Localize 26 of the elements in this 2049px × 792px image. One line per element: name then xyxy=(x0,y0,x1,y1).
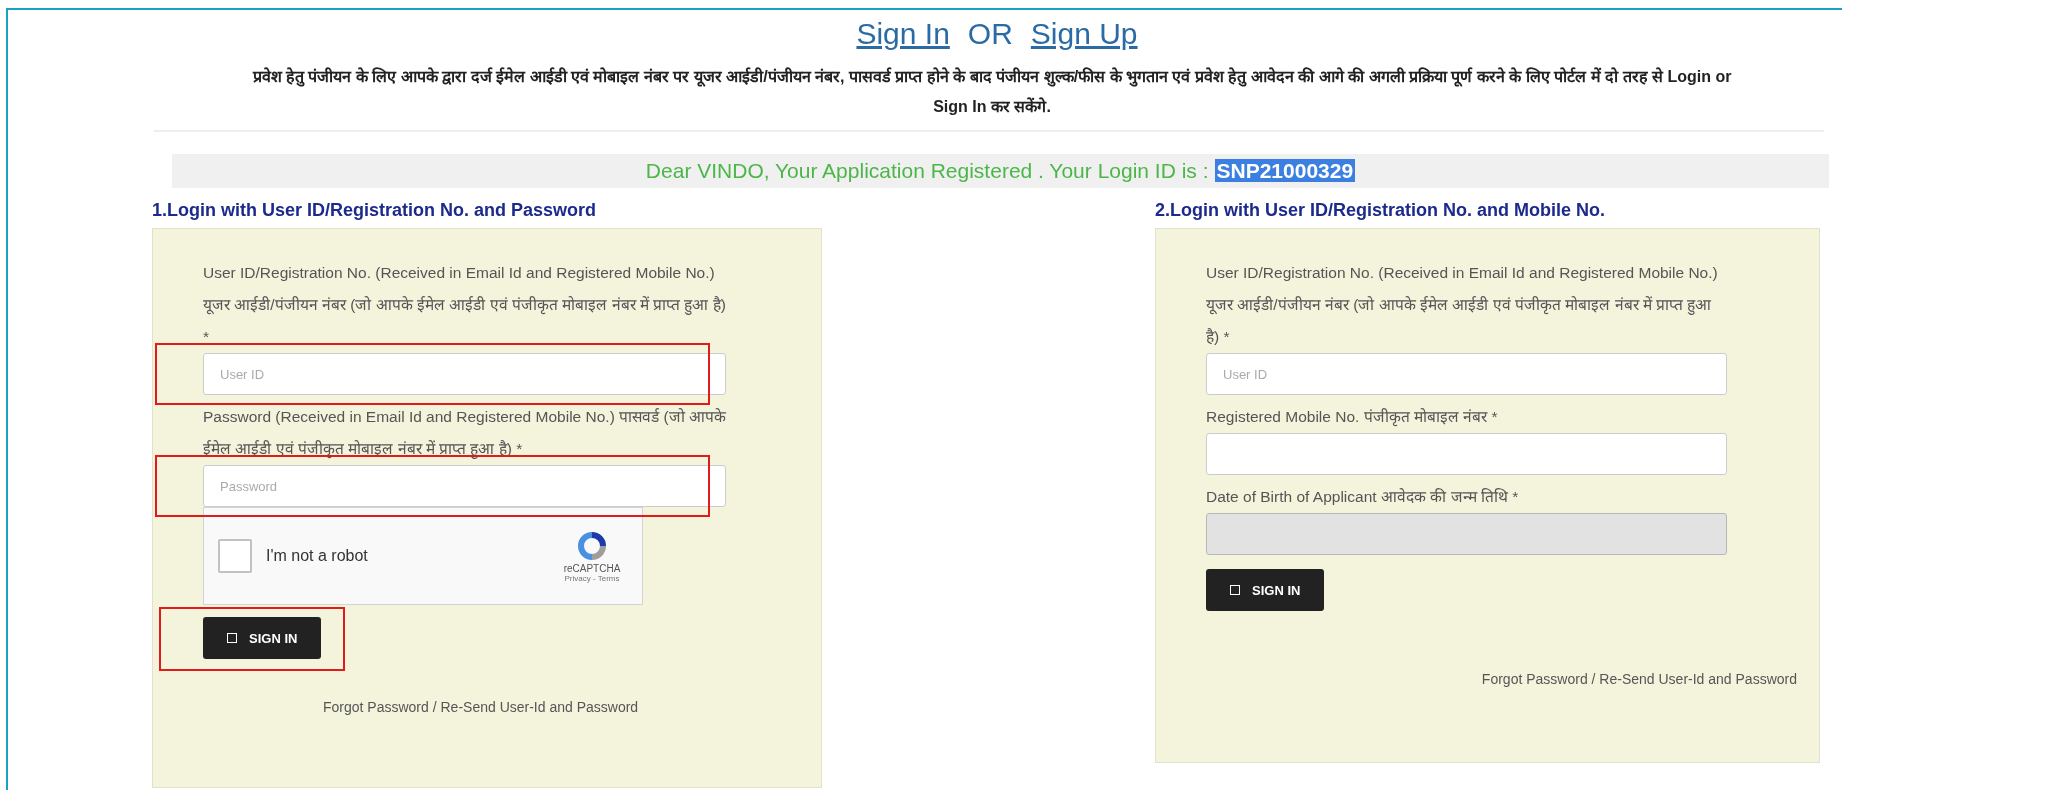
captcha-checkbox[interactable] xyxy=(218,539,252,573)
sign-in-button[interactable]: SIGN IN xyxy=(1206,569,1325,611)
forgot-password-link[interactable]: Forgot Password / Re-Send User-Id and Password xyxy=(323,699,639,715)
input-field[interactable]: User ID xyxy=(203,353,726,395)
login-id: SNP21000329 xyxy=(1214,159,1356,182)
success-message: Dear VINDO, Your Application Registered . Your Login ID is : xyxy=(645,159,1209,182)
or-label: OR xyxy=(967,17,1013,50)
privacy-terms-text: Privacy - Terms xyxy=(564,574,620,583)
sign-up-link[interactable]: Sign Up xyxy=(1030,17,1138,50)
input-field[interactable]: Password xyxy=(203,465,726,507)
section-heading: 2.Login with User ID/Registration No. and Mobile No. xyxy=(1155,199,1607,222)
field-label: User ID/Registration No. (Received in Email Id and Registered Mobile No.) यूजर आईडी/पंजीयन नंबर (जो आपके ईमेल आईडी एवं पंजीकृत मोबाइल नंबर में प्राप्त हुआ है) * xyxy=(1206,263,1719,347)
field-label: User ID/Registration No. (Received in Email Id and Registered Mobile No.) यूजर आईडी/पंजीयन नंबर (जो आपके ईमेल आईडी एवं पंजीकृत मोबाइल नंबर में प्राप्त हुआ है) * xyxy=(203,263,726,347)
captcha-label: I'm not a robot xyxy=(266,547,369,565)
square-icon xyxy=(1230,585,1240,595)
input-field[interactable]: User ID xyxy=(1206,353,1727,395)
sign-in-button[interactable]: SIGN IN xyxy=(203,617,322,659)
forgot-password-link[interactable]: Forgot Password / Re-Send User-Id and Password xyxy=(1481,671,1797,687)
recaptcha-label: reCAPTCHA xyxy=(563,563,621,574)
notice-text: प्रवेश हेतु पंजीयन के लिए आपके द्वारा दर्ज ईमेल आईडी एवं मोबाइल नंबर पर यूजर आईडी/पंजीयन नंबर, पासवर्ड प्राप्त होने के बाद पंजीयन शुल्क/फीस के भुगतान एवं प्रवेश हेतु आवेदन की आगे की अगली प्रक्रिया पूर्ण करने के लिए पोर्टल में दो तरह से Login or Sign In कर सकेंगे. xyxy=(251,66,1733,117)
sign-in-link[interactable]: Sign In xyxy=(856,17,950,50)
field-label: Date of Birth of Applicant आवेदक की जन्म तिथि * xyxy=(1206,487,1520,507)
input-field[interactable] xyxy=(1206,433,1727,475)
square-icon xyxy=(227,633,237,643)
section-heading: 1.Login with User ID/Registration No. and Password xyxy=(152,199,598,222)
field-label: Registered Mobile No. पंजीकृत मोबाइल नंबर * xyxy=(1206,407,1499,429)
